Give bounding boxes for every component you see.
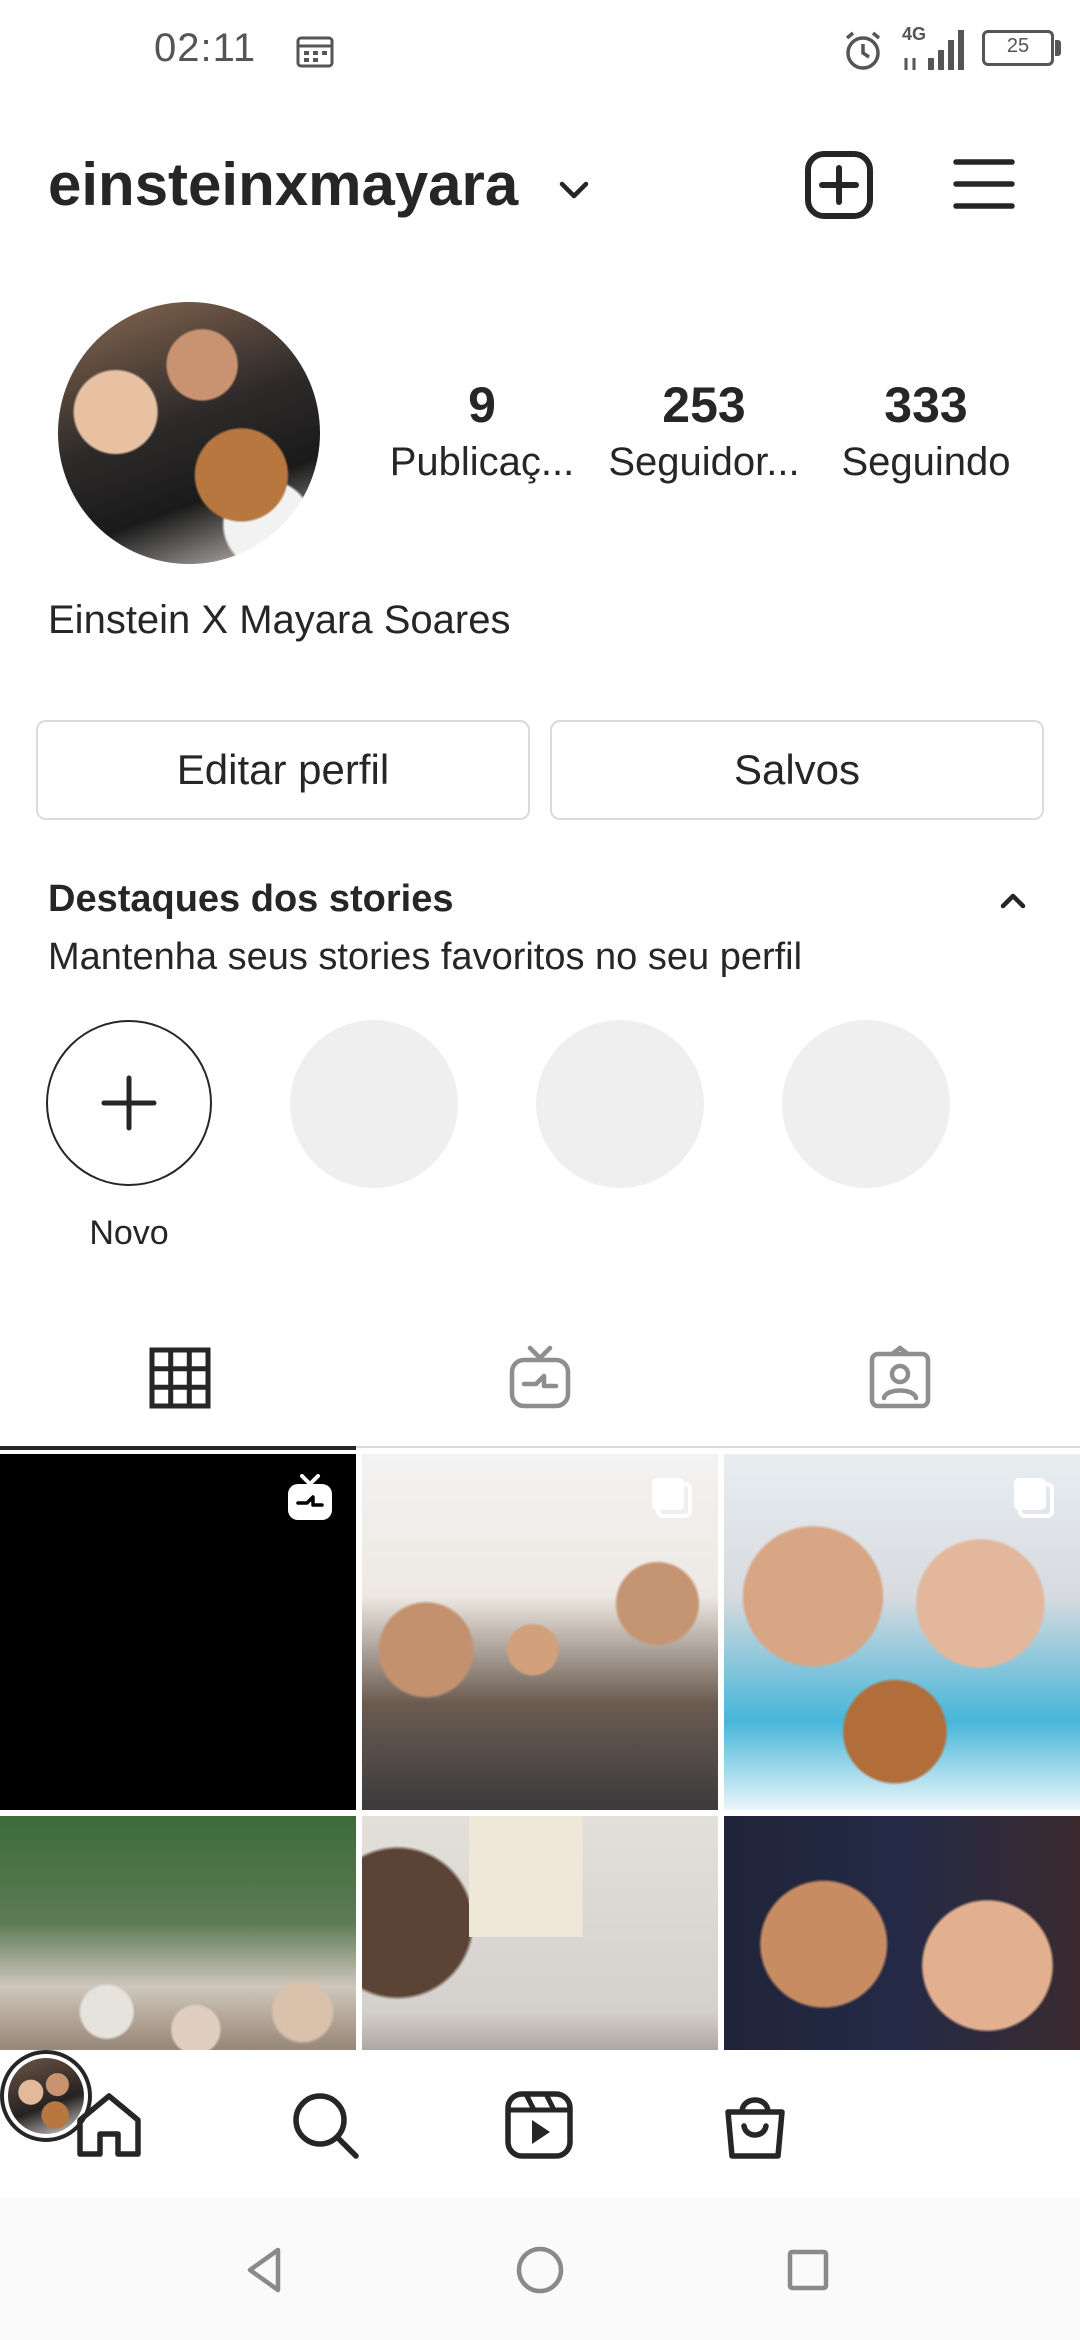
tab-posts-grid[interactable] xyxy=(0,1310,360,1450)
menu-icon[interactable] xyxy=(952,156,1016,212)
post-thumbnail[interactable] xyxy=(362,1454,718,1810)
chevron-up-icon[interactable] xyxy=(996,884,1030,918)
followers-label: Seguidor... xyxy=(608,440,800,484)
followers-stat[interactable]: 253 Seguidor... xyxy=(604,376,804,485)
new-post-button[interactable] xyxy=(804,150,874,220)
tab-tagged[interactable] xyxy=(720,1310,1080,1448)
display-name: Einstein X Mayara Soares xyxy=(48,598,511,642)
post-thumbnail[interactable] xyxy=(724,1454,1080,1810)
plus-icon xyxy=(101,1075,157,1131)
highlight-placeholder xyxy=(290,1020,458,1188)
posts-grid xyxy=(0,1454,1080,2050)
following-stat[interactable]: 333 Seguindo xyxy=(826,376,1026,485)
post-thumbnail[interactable] xyxy=(724,1816,1080,2050)
highlights-title: Destaques dos stories xyxy=(48,878,454,920)
posts-count: 9 xyxy=(468,377,496,433)
shop-icon[interactable] xyxy=(718,2088,792,2162)
status-bar: 02:11 4G 25 xyxy=(0,0,1080,100)
profile-header: einsteinxmayara xyxy=(0,120,1080,260)
calendar-icon xyxy=(296,36,334,68)
following-count: 333 xyxy=(884,377,968,433)
back-icon[interactable] xyxy=(238,2242,294,2298)
saved-button[interactable]: Salvos xyxy=(550,720,1044,820)
bottom-nav xyxy=(0,2050,1080,2198)
chevron-down-icon[interactable] xyxy=(556,172,592,208)
new-highlight-label: Novo xyxy=(89,1214,169,1252)
home-circle-icon[interactable] xyxy=(512,2242,568,2298)
active-tab-indicator xyxy=(0,1446,356,1450)
posts-stat[interactable]: 9 Publicaç... xyxy=(382,376,582,485)
highlight-placeholder xyxy=(782,1020,950,1188)
followers-count: 253 xyxy=(662,377,746,433)
profile-avatar[interactable] xyxy=(58,302,320,564)
tab-igtv[interactable] xyxy=(360,1310,720,1448)
username[interactable]: einsteinxmayara xyxy=(48,150,518,219)
posts-label: Publicaç... xyxy=(389,440,575,484)
signal-icon xyxy=(904,30,964,70)
home-icon[interactable] xyxy=(72,2088,146,2162)
post-thumbnail[interactable] xyxy=(0,1816,356,2050)
tagged-icon xyxy=(869,1345,931,1409)
alarm-icon xyxy=(845,31,881,70)
status-time: 02:11 xyxy=(154,26,257,70)
following-label: Seguindo xyxy=(841,440,1011,484)
carousel-icon xyxy=(1014,1478,1054,1518)
system-nav-bar xyxy=(0,2198,1080,2340)
highlight-placeholder xyxy=(536,1020,704,1188)
highlights-subtitle: Mantenha seus stories favoritos no seu p… xyxy=(48,936,803,978)
post-thumbnail[interactable] xyxy=(0,1454,356,1810)
igtv-badge-icon xyxy=(288,1474,332,1520)
edit-profile-button[interactable]: Editar perfil xyxy=(36,720,530,820)
grid-icon xyxy=(149,1347,211,1409)
reels-icon[interactable] xyxy=(502,2088,576,2162)
post-thumbnail[interactable] xyxy=(362,1816,718,2050)
search-icon[interactable] xyxy=(288,2088,362,2162)
profile-tabs xyxy=(0,1310,1080,1450)
battery-level: 25 xyxy=(1006,35,1030,57)
igtv-icon xyxy=(509,1345,571,1409)
battery-cap xyxy=(1055,40,1061,56)
carousel-icon xyxy=(652,1478,692,1518)
recent-apps-icon[interactable] xyxy=(780,2242,836,2298)
